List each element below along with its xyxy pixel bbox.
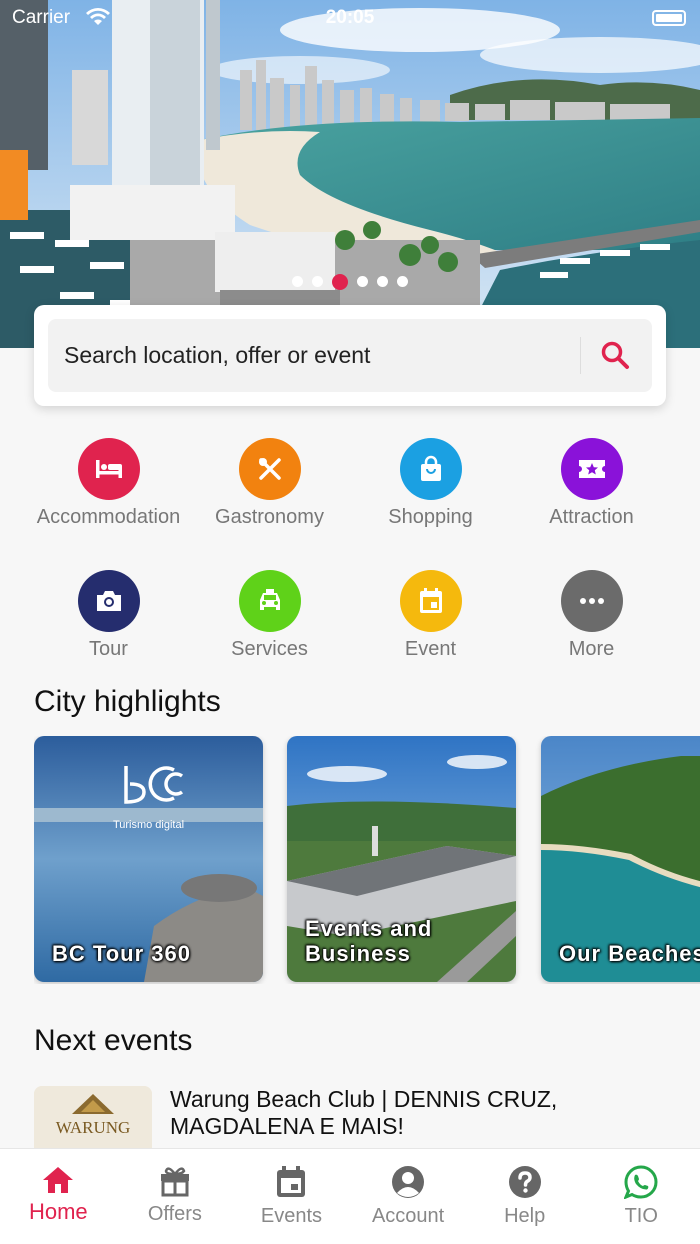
category-grid: Accommodation Gastronomy Shopping Attrac…	[28, 438, 672, 670]
shopping-bag-icon	[399, 438, 462, 500]
tab-label: Events	[260, 1205, 323, 1227]
taxi-icon	[238, 570, 301, 632]
category-label: Gastronomy	[215, 506, 324, 528]
more-dots-icon	[560, 570, 623, 632]
search-divider	[580, 337, 581, 374]
home-icon	[43, 1167, 74, 1193]
highlight-label: Our Beaches	[559, 941, 700, 966]
event-list-item[interactable]: WARUNG Warung Beach Club | DENNIS CRUZ, …	[34, 1086, 674, 1156]
category-label: Shopping	[388, 506, 473, 528]
tab-help[interactable]: Help	[466, 1149, 583, 1244]
carousel-dot[interactable]	[377, 276, 388, 287]
search-card	[34, 305, 666, 406]
tab-label: Account	[371, 1205, 445, 1227]
category-event[interactable]: Event	[350, 570, 511, 670]
carousel-dot[interactable]	[397, 276, 408, 287]
calendar-icon	[399, 570, 462, 632]
category-label: Event	[404, 638, 457, 660]
whatsapp-icon	[624, 1165, 658, 1199]
highlights-carousel[interactable]: Turismo digital BC Tour 360 Events and B…	[34, 736, 700, 984]
search-button[interactable]	[593, 333, 637, 377]
category-more[interactable]: More	[511, 570, 672, 670]
cutlery-icon	[238, 438, 301, 500]
carousel-dots[interactable]	[0, 274, 700, 290]
carousel-dot[interactable]	[312, 276, 323, 287]
category-label: Accommodation	[36, 506, 181, 528]
gift-icon	[160, 1167, 189, 1197]
highlight-label: Events and Business	[305, 916, 433, 966]
turismo-digital-logo-text: Turismo digital	[112, 819, 185, 831]
hero-image	[0, 0, 700, 348]
bottom-tab-bar: Home Offers Events Account Help TIO	[0, 1148, 700, 1244]
event-thumbnail: WARUNG	[34, 1086, 152, 1156]
tab-label: Home	[28, 1199, 88, 1224]
tab-label: Help	[504, 1205, 546, 1227]
highlight-card-events-business[interactable]: Events and Business	[287, 736, 516, 982]
battery-icon	[652, 10, 686, 26]
status-bar: Carrier 20:05	[0, 0, 700, 36]
category-tour[interactable]: Tour	[28, 570, 189, 670]
category-label: Services	[231, 638, 308, 660]
search-icon	[601, 341, 629, 369]
carousel-dot[interactable]	[292, 276, 303, 287]
search-input[interactable]	[64, 319, 564, 392]
clock: 20:05	[325, 7, 375, 28]
tab-account[interactable]: Account	[350, 1149, 467, 1244]
help-icon	[508, 1166, 541, 1198]
highlight-label: BC Tour 360	[52, 941, 191, 966]
category-label: Tour	[89, 638, 128, 660]
tab-events[interactable]: Events	[233, 1149, 350, 1244]
category-services[interactable]: Services	[189, 570, 350, 670]
category-gastronomy[interactable]: Gastronomy	[189, 438, 350, 556]
event-title: Warung Beach Club | DENNIS CRUZ, MAGDALE…	[170, 1086, 558, 1139]
category-label: Attraction	[549, 506, 634, 528]
category-shopping[interactable]: Shopping	[350, 438, 511, 556]
camera-icon	[77, 570, 140, 632]
tab-tio[interactable]: TIO	[583, 1149, 700, 1244]
home-screen: Carrier 20:05 Search location, offer or …	[0, 0, 700, 1244]
account-icon	[392, 1166, 425, 1198]
carousel-dot-active[interactable]	[332, 274, 348, 290]
warung-logo: WARUNG	[34, 1086, 152, 1156]
tab-home[interactable]: Home	[0, 1149, 117, 1244]
highlight-card-our-beaches[interactable]: Our Beaches	[541, 736, 700, 982]
carousel-dot[interactable]	[357, 276, 368, 287]
tab-label: Offers	[147, 1203, 202, 1225]
calendar-icon	[277, 1166, 306, 1197]
hero-carousel[interactable]: Carrier 20:05	[0, 0, 700, 348]
city-highlights-title: City highlights	[34, 685, 221, 718]
category-attraction[interactable]: Attraction	[511, 438, 672, 556]
tab-offers[interactable]: Offers	[117, 1149, 234, 1244]
highlight-card-bc-tour[interactable]: Turismo digital BC Tour 360	[34, 736, 263, 982]
event-thumb-text: WARUNG	[56, 1118, 131, 1137]
ticket-star-icon	[560, 438, 623, 500]
category-accommodation[interactable]: Accommodation	[28, 438, 189, 556]
tab-label: TIO	[624, 1205, 658, 1227]
next-events-title: Next events	[34, 1024, 193, 1057]
bed-icon	[77, 438, 140, 500]
search-box[interactable]	[48, 319, 652, 392]
category-label: More	[568, 638, 615, 660]
